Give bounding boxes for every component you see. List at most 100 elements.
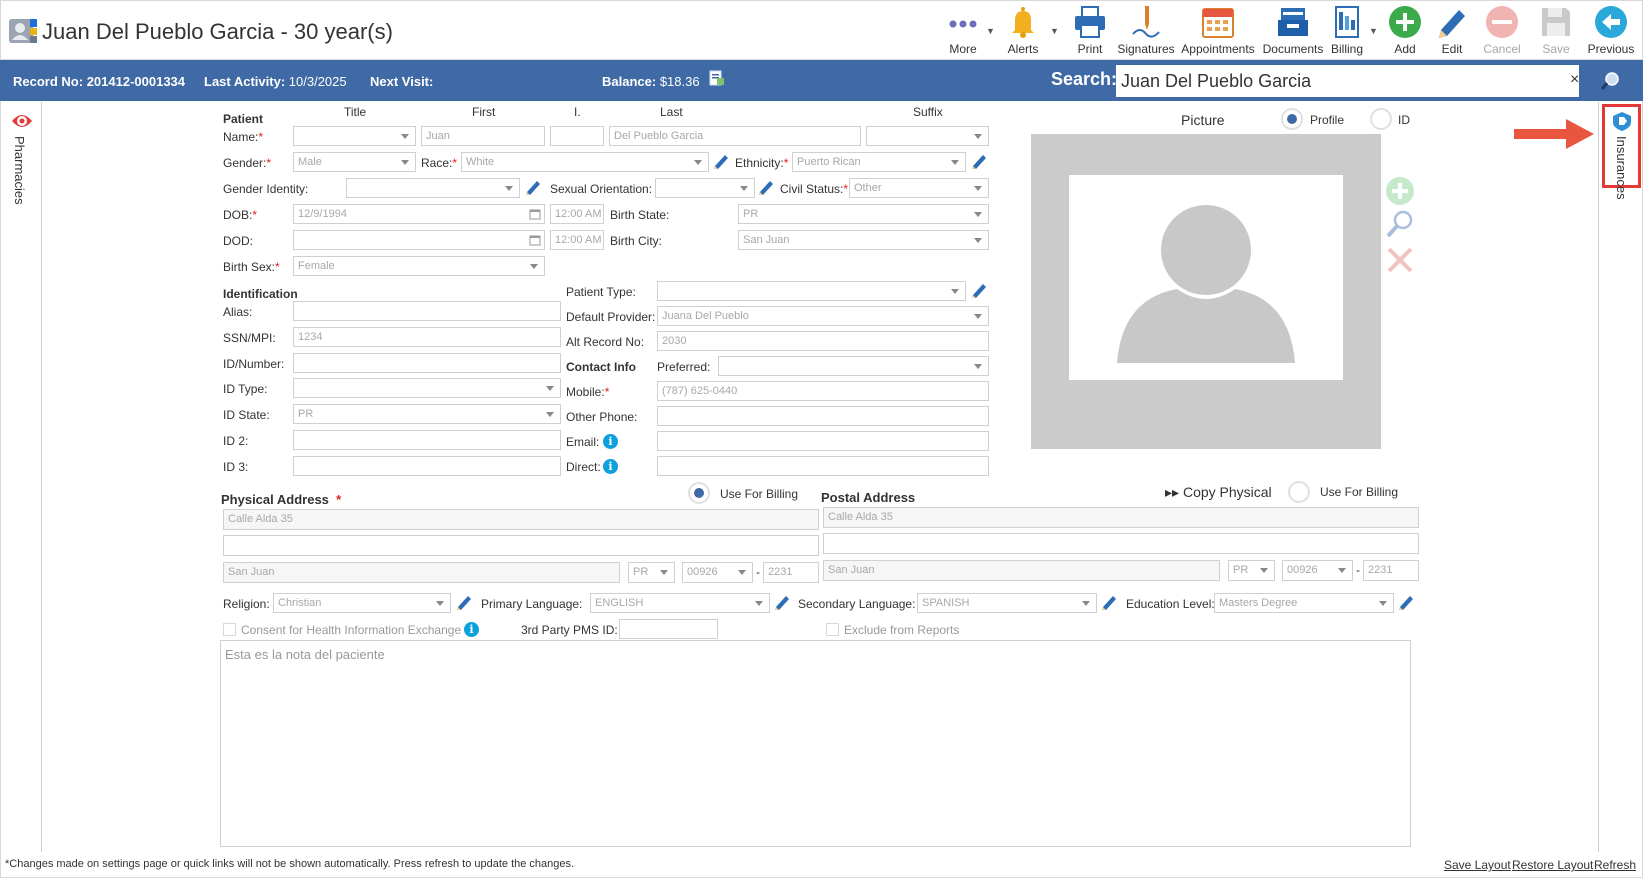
exclude-reports-checkbox[interactable] — [826, 623, 839, 636]
physical-address-line2[interactable] — [223, 535, 819, 556]
physical-state-select[interactable]: PR — [628, 562, 675, 583]
id-state-select[interactable]: PR — [293, 404, 561, 424]
race-edit-pencil-icon[interactable] — [713, 152, 731, 170]
sexual-orientation-select[interactable] — [655, 178, 755, 198]
dod-calendar-icon[interactable] — [529, 234, 541, 246]
alerts-dropdown-icon[interactable]: ▼ — [1050, 26, 1059, 36]
civil-status-select[interactable]: Other — [849, 178, 989, 198]
physical-zip4-field[interactable]: 2231 — [763, 562, 819, 583]
search-button[interactable] — [1591, 63, 1629, 100]
appointments-button[interactable]: Appointments — [1179, 4, 1257, 58]
save-button[interactable]: Save — [1537, 4, 1575, 58]
restore-layout-link[interactable]: Restore Layout — [1512, 858, 1593, 872]
more-button[interactable]: More — [937, 4, 989, 58]
billing-button[interactable]: Billing — [1328, 4, 1366, 58]
ssn-field[interactable]: 1234 — [293, 327, 561, 347]
race-select[interactable]: White — [461, 152, 709, 172]
education-level-select[interactable]: Masters Degree — [1214, 593, 1394, 613]
ethnicity-select[interactable]: Puerto Rican — [792, 152, 966, 172]
patient-type-select[interactable] — [657, 281, 966, 301]
postal-zip4-field[interactable]: 2231 — [1363, 560, 1419, 581]
profile-radio[interactable] — [1281, 108, 1303, 130]
documents-button[interactable]: Documents — [1261, 4, 1325, 58]
id2-field[interactable] — [293, 430, 561, 450]
postal-zip-select[interactable]: 00926 — [1282, 560, 1353, 581]
secondary-language-select[interactable]: SPANISH — [917, 593, 1097, 613]
middle-initial-field[interactable] — [550, 126, 604, 146]
alias-field[interactable] — [293, 301, 561, 321]
id3-field[interactable] — [293, 456, 561, 476]
patient-type-edit-pencil-icon[interactable] — [971, 281, 989, 299]
suffix-select[interactable] — [866, 126, 989, 146]
birth-city-select[interactable]: San Juan — [738, 230, 989, 250]
direct-field[interactable] — [657, 456, 989, 476]
physical-address-line1[interactable]: Calle Alda 35 — [223, 509, 819, 530]
dod-time-field[interactable]: 12:00 AM — [550, 230, 604, 250]
signatures-button[interactable]: Signatures — [1116, 4, 1176, 58]
billing-dropdown-icon[interactable]: ▼ — [1369, 26, 1378, 36]
title-select[interactable] — [293, 126, 416, 146]
preferred-contact-select[interactable] — [718, 356, 989, 376]
secondary-language-edit-pencil-icon[interactable] — [1101, 593, 1119, 611]
dod-field[interactable] — [293, 230, 545, 250]
consent-checkbox[interactable] — [223, 623, 236, 636]
education-level-edit-pencil-icon[interactable] — [1398, 593, 1416, 611]
pharmacies-tab[interactable]: Pharmacies — [12, 136, 27, 205]
pharmacy-eye-icon[interactable] — [10, 111, 34, 131]
balance-details-icon[interactable] — [708, 69, 726, 87]
postal-address-line1[interactable]: Calle Alda 35 — [823, 507, 1419, 528]
edit-button[interactable]: Edit — [1434, 4, 1470, 58]
email-field[interactable] — [657, 431, 989, 451]
last-name-field[interactable]: Del Pueblo Garcia — [609, 126, 861, 146]
birth-sex-select[interactable]: Female — [293, 256, 545, 276]
search-input[interactable] — [1116, 65, 1579, 97]
alt-record-field[interactable]: 2030 — [657, 331, 989, 351]
clear-search-icon[interactable]: × — [1570, 71, 1579, 89]
first-name-field[interactable]: Juan — [421, 126, 545, 146]
ethnicity-edit-pencil-icon[interactable] — [971, 152, 989, 170]
postal-state-select[interactable]: PR — [1228, 560, 1275, 581]
copy-physical-button[interactable]: ▸▸ Copy Physical — [1165, 484, 1272, 501]
gender-identity-edit-pencil-icon[interactable] — [525, 178, 543, 196]
save-layout-link[interactable]: Save Layout — [1444, 858, 1511, 872]
refresh-link[interactable]: Refresh — [1594, 858, 1636, 872]
physical-city-field[interactable]: San Juan — [223, 562, 620, 583]
postal-address-line2[interactable] — [823, 533, 1419, 554]
pms-id-field[interactable] — [619, 619, 718, 639]
default-provider-select[interactable]: Juana Del Pueblo — [657, 306, 989, 326]
add-photo-icon[interactable] — [1385, 176, 1415, 206]
email-info-icon[interactable]: i — [603, 434, 618, 449]
previous-button[interactable]: Previous — [1586, 4, 1636, 58]
primary-language-select[interactable]: ENGLISH — [590, 593, 770, 613]
cancel-button[interactable]: Cancel — [1481, 4, 1523, 58]
religion-edit-pencil-icon[interactable] — [456, 593, 474, 611]
alerts-button[interactable]: Alerts — [1003, 4, 1043, 58]
religion-select[interactable]: Christian — [273, 593, 451, 613]
dob-time-field[interactable]: 12:00 AM — [550, 204, 604, 224]
insurance-shield-icon[interactable] — [1611, 110, 1633, 132]
consent-info-icon[interactable]: i — [464, 622, 479, 637]
gender-identity-select[interactable] — [346, 178, 520, 198]
birth-state-select[interactable]: PR — [738, 204, 989, 224]
id-number-field[interactable] — [293, 353, 561, 373]
id-type-select[interactable] — [293, 378, 561, 398]
gender-select[interactable]: Male — [293, 152, 416, 172]
id-radio[interactable] — [1370, 108, 1392, 130]
postal-city-field[interactable]: San Juan — [823, 560, 1220, 581]
dob-calendar-icon[interactable] — [529, 208, 541, 220]
mobile-field[interactable]: (787) 625-0440 — [657, 381, 989, 401]
dob-field[interactable]: 12/9/1994 — [293, 204, 545, 224]
delete-photo-icon[interactable] — [1385, 245, 1415, 275]
direct-info-icon[interactable]: i — [603, 459, 618, 474]
insurances-tab[interactable]: Insurances — [1614, 136, 1629, 200]
zoom-photo-icon[interactable] — [1385, 209, 1415, 239]
print-button[interactable]: Print — [1070, 4, 1110, 58]
other-phone-field[interactable] — [657, 406, 989, 426]
primary-language-edit-pencil-icon[interactable] — [774, 593, 792, 611]
patient-notes-textarea[interactable]: Esta es la nota del paciente — [220, 640, 1411, 847]
sexual-orientation-edit-pencil-icon[interactable] — [758, 178, 776, 196]
physical-zip-select[interactable]: 00926 — [682, 562, 753, 583]
physical-use-billing-radio[interactable] — [688, 482, 710, 504]
more-dropdown-icon[interactable]: ▼ — [986, 26, 995, 36]
add-button[interactable]: Add — [1387, 4, 1423, 58]
